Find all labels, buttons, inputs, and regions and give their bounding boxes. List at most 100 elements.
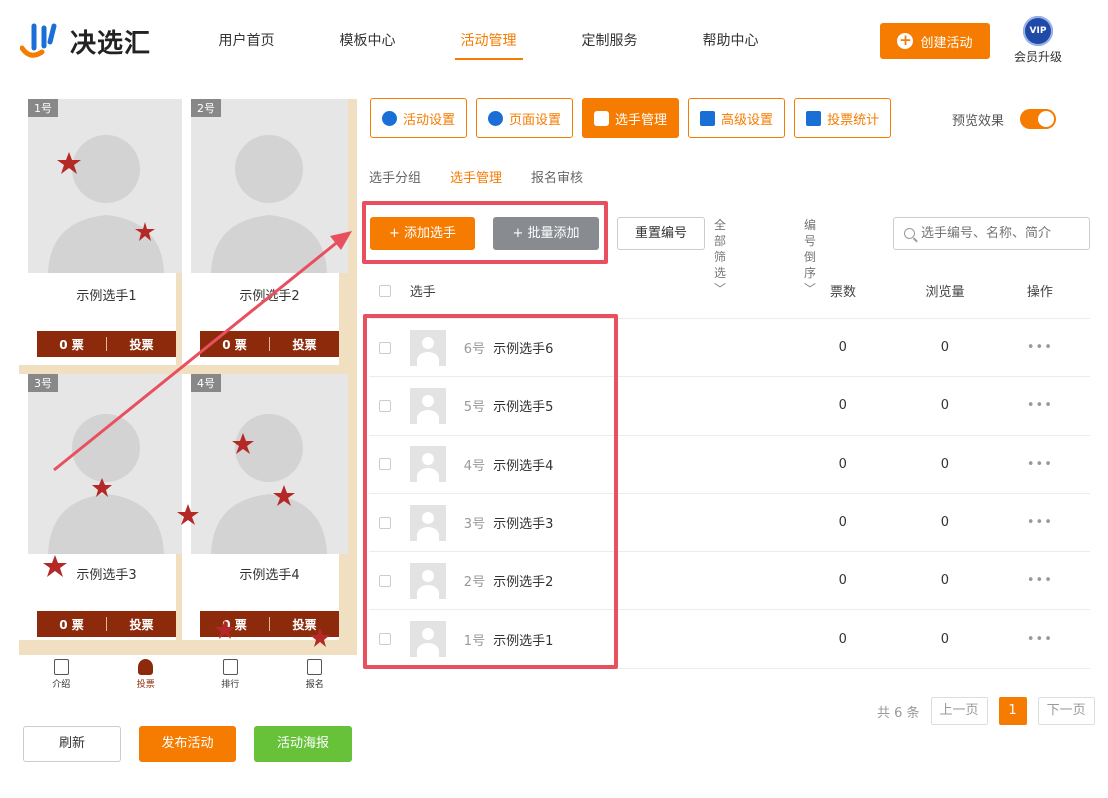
tab-player-management[interactable]: 选手管理 [582,98,680,138]
vote-count: 0 票 [222,617,247,632]
vote-count: 0 票 [222,337,247,352]
player-photo [28,374,185,554]
reset-numbers-button[interactable]: 重置编号 [617,217,705,250]
refresh-button[interactable]: 刷新 [23,726,121,762]
highlight-box-actions [362,201,608,264]
avatar-placeholder-icon [48,135,164,273]
vote-count: 0 [838,340,847,356]
view-count: 0 [940,456,949,472]
select-all-checkbox[interactable] [379,284,391,297]
pagination: 共 6 条 上一页 1 下一页 [877,697,1095,725]
view-count: 0 [940,515,949,531]
plus-icon: + [897,31,914,49]
vote-bar[interactable]: 0 票 投票 [200,331,339,357]
col-votes: 票数 [829,285,856,300]
prev-page-button[interactable]: 上一页 [930,697,988,725]
tab-signup[interactable]: 报名 [273,655,358,699]
player-name: 示例选手4 [239,568,300,583]
create-activity-label: 创建活动 [920,35,973,51]
preview-card[interactable]: 4号 示例选手4 0 票 投票 [182,374,348,640]
tab-signup-label: 报名 [305,680,324,690]
tab-vote-stats[interactable]: 投票统计 [794,98,892,138]
vote-button[interactable]: 投票 [107,336,176,353]
logo[interactable]: 决选汇 [20,22,151,60]
col-views: 浏览量 [925,285,965,300]
tab-vote-label: 投票 [136,680,155,690]
subtab-players[interactable]: 选手管理 [450,167,502,186]
nav-templates[interactable]: 模板中心 [307,24,428,60]
preview-card[interactable]: 2号 示例选手2 0 票 投票 [182,99,348,365]
nav-home[interactable]: 用户首页 [186,24,307,60]
tab-intro-label: 介绍 [52,680,71,690]
users-icon [594,110,610,126]
preview-effect-label: 预览效果 [952,113,1005,129]
tab-activity-settings[interactable]: 活动设置 [370,98,468,138]
vote-button[interactable]: 投票 [107,616,176,633]
main-nav: 用户首页 模板中心 活动管理 定制服务 帮助中心 [186,24,791,60]
bar-chart-icon [222,659,238,675]
preview-switch[interactable] [1020,109,1057,129]
user-icon [138,659,154,675]
more-actions-icon[interactable]: ••• [990,398,1090,413]
nav-home-label: 用户首页 [218,33,275,49]
more-actions-icon[interactable]: ••• [990,573,1090,588]
preview-card[interactable]: 1号 示例选手1 0 票 投票 [19,99,185,365]
vote-count: 0 [838,515,847,531]
player-name: 示例选手1 [76,289,137,304]
player-number-tag: 4号 [191,374,221,392]
gear-icon [488,110,504,126]
more-actions-icon[interactable]: ••• [990,457,1090,472]
nav-templates-label: 模板中心 [339,33,396,49]
player-number-tag: 1号 [28,99,58,117]
create-activity-button[interactable]: + 创建活动 [880,23,990,59]
vip-icon: VIP [1023,16,1053,46]
total-count: 共 6 条 [877,705,920,721]
logo-text: 决选汇 [70,28,152,59]
more-actions-icon[interactable]: ••• [990,632,1090,647]
tab-activity-settings-label: 活动设置 [403,112,456,128]
preview-tabbar: 介绍 投票 排行 报名 [19,655,357,699]
id-card-icon [307,659,323,675]
preview-card[interactable]: 3号 示例选手3 0 票 投票 [19,374,185,640]
col-player: 选手 [409,285,436,300]
vip-label: 会员升级 [1013,50,1062,64]
vip-upgrade[interactable]: VIP 会员升级 [1008,16,1068,65]
player-photo [191,374,348,554]
tab-ranking-label: 排行 [221,680,240,690]
vote-button[interactable]: 投票 [270,616,339,633]
current-page[interactable]: 1 [998,697,1027,725]
logo-mark-icon [20,23,57,58]
vote-bar[interactable]: 0 票 投票 [200,611,339,637]
nav-help-label: 帮助中心 [702,33,759,49]
view-count: 0 [940,631,949,647]
sub-tabs: 选手分组 选手管理 报名审核 [369,167,583,186]
nav-activity-management-label: 活动管理 [454,24,523,60]
tab-intro[interactable]: 介绍 [19,655,104,699]
vote-button[interactable]: 投票 [270,336,339,353]
more-actions-icon[interactable]: ••• [990,340,1090,355]
view-count: 0 [940,340,949,356]
subtab-groups[interactable]: 选手分组 [369,167,421,186]
vote-bar[interactable]: 0 票 投票 [37,331,176,357]
nav-help[interactable]: 帮助中心 [670,24,791,60]
preview-effect-toggle: 预览效果 [952,109,1057,129]
player-photo [191,99,348,273]
next-page-button[interactable]: 下一页 [1037,697,1095,725]
search-input[interactable] [921,226,1081,241]
vote-bar[interactable]: 0 票 投票 [37,611,176,637]
nav-custom-service[interactable]: 定制服务 [549,24,670,60]
more-actions-icon[interactable]: ••• [990,515,1090,530]
activity-poster-button[interactable]: 活动海报 [254,726,352,762]
player-number-tag: 2号 [191,99,221,117]
nav-activity-management[interactable]: 活动管理 [428,24,549,60]
search-box[interactable] [893,217,1090,250]
vote-count: 0 [838,456,847,472]
tab-advanced-settings[interactable]: 高级设置 [688,98,786,138]
sliders-icon [700,110,716,126]
subtab-signup-review[interactable]: 报名审核 [531,167,583,186]
tab-ranking[interactable]: 排行 [188,655,273,699]
star-icon [382,110,397,126]
tab-page-settings[interactable]: 页面设置 [476,98,574,138]
publish-activity-button[interactable]: 发布活动 [139,726,236,762]
tab-vote[interactable]: 投票 [104,655,189,699]
